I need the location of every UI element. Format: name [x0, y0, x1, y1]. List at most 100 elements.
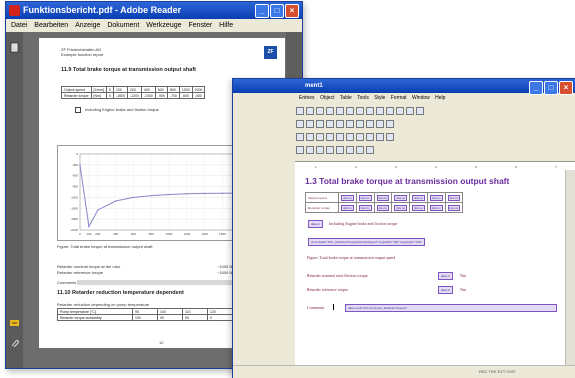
font-size-icon[interactable] — [386, 120, 394, 128]
nominal-data-field[interactable]: data m — [438, 272, 454, 280]
paste-icon[interactable] — [366, 107, 374, 115]
open-icon[interactable] — [306, 107, 314, 115]
minimize-button[interactable]: _ — [255, 4, 269, 18]
grid-icon[interactable] — [406, 107, 414, 115]
numbered-list-icon[interactable] — [346, 146, 354, 154]
italic-icon[interactable] — [316, 146, 324, 154]
menu-window[interactable]: Window — [412, 95, 430, 101]
table-cell[interactable]: data no — [409, 192, 428, 203]
bookmark-icon[interactable] — [356, 120, 364, 128]
menu-bearbeiten[interactable]: Bearbeiten — [34, 22, 68, 29]
underline-icon[interactable] — [326, 146, 334, 154]
chart-icon[interactable] — [396, 107, 404, 115]
paragraph-icon[interactable] — [366, 146, 374, 154]
menu-hilfe[interactable]: Hilfe — [219, 22, 233, 29]
menu-werkzeuge[interactable]: Werkzeuge — [146, 22, 181, 29]
data-field[interactable]: data no — [429, 204, 443, 211]
reader-titlebar[interactable]: Funktionsbericht.pdf - Adobe Reader _ □ × — [6, 2, 302, 19]
justify-icon[interactable] — [326, 133, 334, 141]
data-field[interactable]: data no — [376, 194, 390, 201]
data-field[interactable]: data no — [429, 194, 443, 201]
undo-icon[interactable] — [326, 107, 334, 115]
style-dropdown[interactable] — [296, 146, 304, 154]
zoom-icon[interactable] — [376, 120, 384, 128]
save-icon[interactable] — [316, 107, 324, 115]
new-icon[interactable] — [296, 107, 304, 115]
shading-icon[interactable] — [356, 133, 364, 141]
data-field[interactable]: data no — [341, 194, 354, 201]
menu-help[interactable]: Help — [435, 95, 445, 101]
data-field[interactable]: data no — [394, 204, 407, 211]
data-field[interactable]: data no — [412, 194, 425, 201]
table-cell[interactable]: data no — [338, 202, 357, 213]
split-cells-icon[interactable] — [376, 133, 384, 141]
menu-format[interactable]: Format — [391, 95, 407, 101]
redo-icon[interactable] — [336, 107, 344, 115]
table-icon[interactable] — [376, 107, 384, 115]
data-field[interactable]: data no — [358, 204, 372, 211]
align-left-icon[interactable] — [296, 133, 304, 141]
menu-style[interactable]: Style — [374, 95, 385, 101]
table-cell[interactable]: data no — [444, 192, 464, 203]
menu-object[interactable]: Object — [320, 95, 334, 101]
including-data-field[interactable]: data m — [308, 220, 324, 228]
data-field[interactable]: data no — [358, 194, 372, 201]
bullet-list-icon[interactable] — [336, 146, 344, 154]
menu-fenster[interactable]: Fenster — [188, 22, 212, 29]
checkbox-icon[interactable] — [316, 120, 324, 128]
editor-scrollbar[interactable] — [565, 170, 575, 365]
field-icon[interactable] — [296, 120, 304, 128]
maximize-button[interactable]: □ — [270, 4, 284, 18]
close-button[interactable]: × — [285, 4, 299, 18]
data-field[interactable]: data no — [341, 204, 354, 211]
align-center-icon[interactable] — [306, 133, 314, 141]
table-cell[interactable]: data no — [391, 192, 410, 203]
table-cell[interactable]: data no — [426, 192, 446, 203]
cut-icon[interactable] — [346, 107, 354, 115]
table-cell[interactable]: data no — [373, 202, 393, 213]
table-cell[interactable]: data no — [373, 192, 393, 203]
chart-data-field[interactable]: chart datat="DF1_RetarderTorqueAtOutputS… — [308, 238, 426, 246]
menu-dokument[interactable]: Dokument — [107, 22, 139, 29]
data-field[interactable]: data no — [376, 204, 390, 211]
data-field[interactable]: data no — [447, 204, 461, 211]
frame-icon[interactable] — [416, 107, 424, 115]
text-field-icon[interactable] — [306, 120, 314, 128]
bold-icon[interactable] — [306, 146, 314, 154]
image-icon[interactable] — [386, 107, 394, 115]
table-cell[interactable]: data no — [426, 202, 446, 213]
data-field[interactable]: data no — [394, 194, 407, 201]
table-cell[interactable]: data no — [338, 192, 357, 203]
list-icon[interactable] — [326, 120, 334, 128]
document-area[interactable]: 1.3 Total brake torque at transmission o… — [295, 170, 565, 365]
menu-entries[interactable]: Entries — [299, 95, 315, 101]
refresh-icon[interactable] — [346, 120, 354, 128]
table-cell[interactable]: data no — [355, 192, 375, 203]
table-cell[interactable]: data no — [444, 202, 464, 213]
table-cell[interactable]: data no — [391, 202, 410, 213]
menu-anzeige[interactable]: Anzeige — [75, 22, 100, 29]
engine-brake-checkbox[interactable] — [75, 107, 81, 113]
borders-icon[interactable] — [346, 133, 354, 141]
signatures-icon[interactable] — [9, 318, 20, 329]
reference-data-field[interactable]: data m — [438, 286, 454, 294]
text-color-icon[interactable] — [386, 133, 394, 141]
merge-cells-icon[interactable] — [366, 133, 374, 141]
pages-icon[interactable] — [9, 42, 20, 53]
attachments-icon[interactable] — [9, 338, 20, 349]
table-cell[interactable]: data no — [355, 202, 375, 213]
indent-icon[interactable] — [356, 146, 364, 154]
table-cell[interactable]: data no — [409, 202, 428, 213]
menu-table[interactable]: Table — [340, 95, 352, 101]
copy-icon[interactable] — [356, 107, 364, 115]
menu-tools[interactable]: Tools — [357, 95, 369, 101]
editor-titlebar[interactable]: ment1 _ □ × — [233, 79, 575, 95]
data-field[interactable]: data no — [412, 204, 425, 211]
spell-icon[interactable] — [366, 120, 374, 128]
columns-icon[interactable] — [336, 133, 344, 141]
comments-data-field[interactable]: data mark="DS:Comment_RetarderTorque1" — [345, 304, 557, 312]
align-right-icon[interactable] — [316, 133, 324, 141]
data-field[interactable]: data no — [447, 194, 461, 201]
link-icon[interactable] — [336, 120, 344, 128]
menu-datei[interactable]: Datei — [11, 22, 27, 29]
